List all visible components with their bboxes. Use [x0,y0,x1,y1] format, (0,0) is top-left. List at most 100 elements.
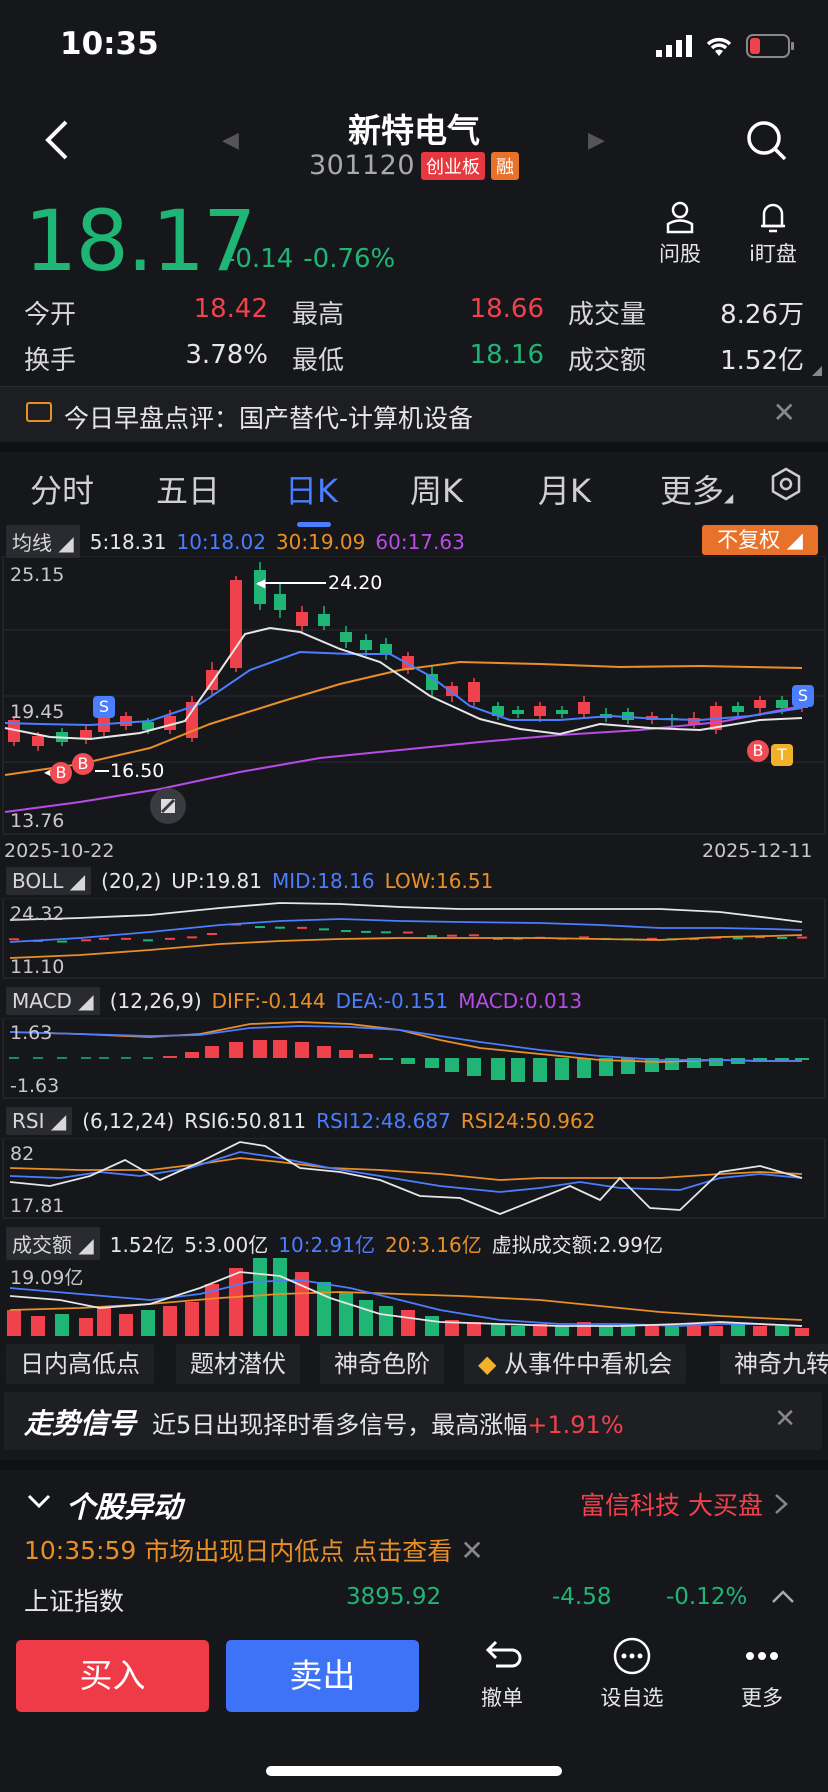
index-expand-icon[interactable] [770,1586,796,1610]
current-price: 18.17 [24,192,256,290]
search-button[interactable] [744,118,788,166]
macd-value: MACD:0.013 [458,989,583,1013]
chip-magic-nine[interactable]: 神奇九转 [720,1344,828,1384]
collapse-chevron-icon[interactable] [26,1488,52,1521]
candle-body [120,716,132,726]
rsi6-line [9,1141,803,1215]
volume-bar [753,1326,767,1336]
signal-close-icon[interactable]: ✕ [774,1404,796,1434]
tab-more[interactable]: 更多◢ [660,466,733,512]
adjust-label: 不复权 [717,528,781,552]
boll-chart[interactable] [0,898,828,980]
macd-bar [379,1058,393,1060]
vol-y-top: 19.09亿 [10,1267,84,1289]
signal-desc: 近5日出现择时看多信号，最高涨幅 [152,1411,528,1439]
volume-chart[interactable] [0,1258,828,1338]
volume-bar [731,1324,745,1336]
signal-title: 走势信号 [24,1407,137,1440]
macd-bar [339,1050,353,1058]
ma-legend: 均线 ◢ 5:18.31 10:18.02 30:19.09 60:17.63 [6,525,465,558]
signal-icon [656,35,692,57]
open-label: 今开 [24,300,77,330]
cancel-order-label: 撤单 [481,1686,523,1710]
macd-dea-line [9,1025,802,1062]
stock-subtitle: 301120 创业板 融 [0,150,828,181]
macd-chart[interactable] [0,1018,828,1100]
ask-stock-button[interactable]: 问股 [645,200,715,268]
movement-close-icon[interactable]: ✕ [460,1534,483,1567]
volume-bar [665,1326,679,1336]
news-text[interactable]: 今日早盘点评：国产替代-计算机设备 [64,399,473,435]
sell-marker[interactable]: S [792,685,814,707]
macd-bar [253,1040,267,1058]
macd-bar [577,1058,591,1078]
volume-bar [55,1314,69,1336]
buy-marker[interactable]: B [72,753,94,775]
ma60-value: 60:17.63 [375,529,465,554]
candle-body [468,682,480,702]
sell-marker[interactable]: S [93,696,115,718]
buy-marker[interactable]: B [50,762,72,784]
chip-event-opportunity[interactable]: ◆ 从事件中看机会 [464,1344,687,1384]
macd-bar [533,1058,547,1082]
boll-button[interactable]: BOLL ◢ [6,867,92,895]
candle-body [556,710,568,714]
buy-button[interactable]: 买入 [16,1640,209,1712]
home-indicator[interactable] [266,1766,562,1776]
bell-icon [761,203,785,233]
candle-body [776,700,788,708]
chip-magic-color[interactable]: 神奇色阶 [320,1344,444,1384]
chip-theme-ambush[interactable]: 题材潜伏 [176,1344,300,1384]
candle-body [380,644,392,654]
volume-bar [359,1300,373,1336]
tab-5day[interactable]: 五日 [156,466,220,512]
chip-intraday-high-low[interactable]: 日内高低点 [6,1344,154,1384]
tab-weekly-k[interactable]: 周K [410,466,463,512]
volume-value: 8.26万 [720,300,804,330]
low-label: 最低 [292,346,345,376]
boll-y-bot: 11.10 [10,956,65,978]
rsi-chart[interactable] [0,1138,828,1220]
sell-button[interactable]: 卖出 [226,1640,419,1712]
settings-hex-icon [771,467,801,501]
news-close-icon[interactable]: ✕ [773,396,796,429]
candle-body [360,640,372,650]
vol-button[interactable]: 成交额 ◢ [6,1227,100,1260]
tab-intraday[interactable]: 分时 [30,466,94,512]
buy-marker[interactable]: B [747,740,769,762]
kline-chart[interactable] [0,556,828,836]
boll-up: UP:19.81 [171,869,262,893]
tab-daily-k[interactable]: 日K [285,466,338,512]
watch-button[interactable]: i盯盘 [733,200,813,268]
volume-bar [555,1326,569,1336]
movement-related[interactable]: 富信科技 大买盘 [580,1486,789,1522]
ma-button-label: 均线 [12,531,52,555]
min-price-label: 16.50 [110,760,165,782]
macd-bar [359,1054,373,1058]
draw-tool-button[interactable] [150,788,186,824]
t-marker[interactable]: T [771,744,793,766]
volume-bar [511,1326,525,1336]
macd-button[interactable]: MACD ◢ [6,987,100,1015]
movement-link[interactable]: 点击查看 [352,1532,452,1568]
price-change: -0.14 -0.76% [226,244,395,274]
expand-corner-icon[interactable] [812,366,822,376]
index-name[interactable]: 上证指数 [24,1582,124,1618]
candle-body [754,700,766,708]
settings-button[interactable] [768,466,804,506]
movement-alert[interactable]: 10:35:59 市场出现日内低点 点击查看 ✕ [24,1532,484,1568]
cancel-order-button[interactable]: 撤单 [462,1636,542,1712]
ma-button[interactable]: 均线 ◢ [6,525,80,558]
index-pct: -0.12% [666,1584,748,1610]
add-favorite-button[interactable]: 设自选 [592,1636,672,1712]
tab-monthly-k[interactable]: 月K [538,466,591,512]
rsi-button[interactable]: RSI ◢ [6,1107,73,1135]
rsi-button-label: RSI [12,1109,45,1133]
rsi6-value: RSI6:50.811 [184,1109,307,1133]
candle-body [80,730,92,738]
adjust-button[interactable]: 不复权 ◢ [702,525,818,555]
more-button[interactable]: 更多 [722,1636,802,1712]
macd-bar [185,1052,199,1058]
volume-bar [795,1328,809,1336]
battery-icon [746,34,794,58]
